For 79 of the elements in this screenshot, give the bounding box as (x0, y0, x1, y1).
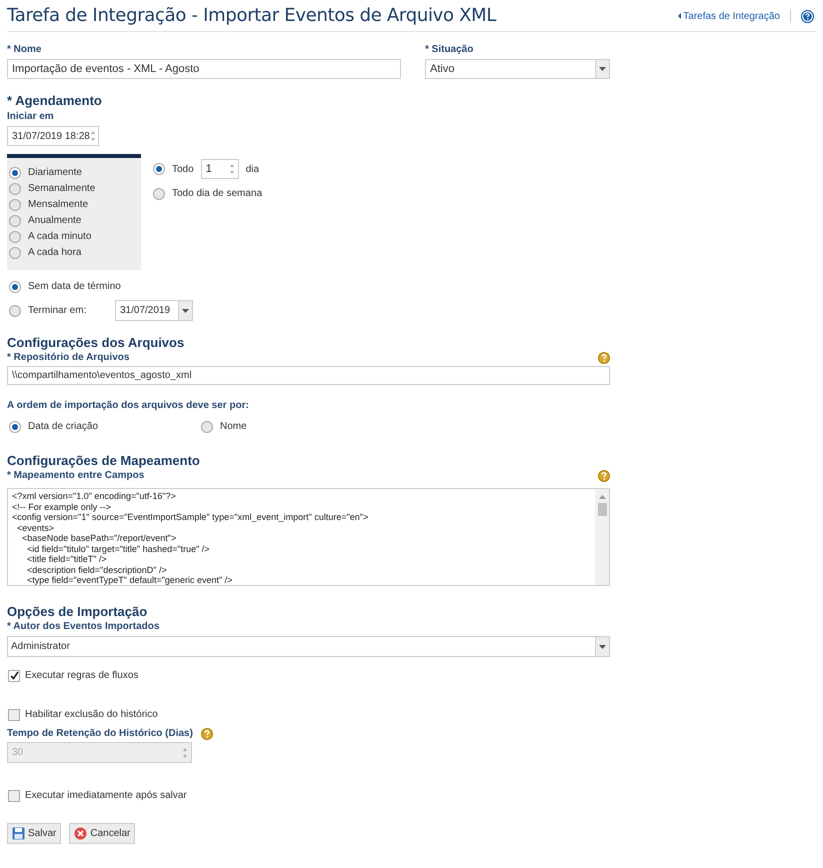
interval-field[interactable]: 1 (200, 159, 239, 179)
help-icon[interactable] (598, 352, 610, 364)
field-label: * Repositório de Arquivos (7, 351, 130, 364)
cancel-icon (74, 827, 88, 840)
caret-icon (599, 644, 606, 648)
field-label: * Situação (425, 43, 474, 56)
radio-label: Terminar em: (28, 304, 88, 317)
radio-button[interactable] (9, 246, 21, 258)
radio-label: Mensalmente (28, 198, 88, 211)
help-icon[interactable] (598, 470, 610, 482)
field-label: * Nome (7, 43, 42, 56)
radio-button[interactable] (9, 198, 21, 210)
radio-button[interactable] (9, 304, 21, 316)
status-select[interactable]: Ativo (425, 59, 610, 79)
radio-button[interactable] (153, 188, 165, 200)
code-line: <?xml version="1.0" encoding="utf-16"?> (12, 491, 176, 502)
radio-button[interactable] (9, 420, 21, 432)
checkbox[interactable] (8, 670, 20, 682)
repository-field[interactable]: \\compartilhamento\eventos_agosto_xml (7, 366, 610, 385)
section-heading: * Agendamento (7, 93, 103, 109)
caret-icon (599, 67, 606, 71)
dropdown-button[interactable] (595, 637, 609, 656)
radio-label: A cada minuto (28, 230, 92, 243)
section-heading: Configurações de Mapeamento (7, 453, 201, 469)
save-button[interactable]: Salvar (7, 823, 62, 844)
dropdown-button[interactable] (178, 301, 192, 320)
radio-button[interactable] (9, 166, 21, 178)
radio-label: Nome (220, 420, 247, 433)
checkbox-label: Executar regras de fluxos (25, 669, 138, 682)
radio-label: Diariamente (28, 166, 82, 179)
radio-label: Data de criação (28, 420, 98, 433)
radio-button[interactable] (9, 230, 21, 242)
radio-label: Anualmente (28, 214, 82, 227)
scrollbar-thumb[interactable] (598, 503, 606, 516)
radio-label: Semanalmente (28, 182, 96, 195)
name-field[interactable]: Importação de eventos - XML - Agosto (7, 59, 401, 79)
end-date-select[interactable]: 31/07/2019 (115, 300, 193, 321)
dropdown-button[interactable] (595, 60, 609, 78)
help-icon[interactable] (200, 728, 213, 740)
radio-button[interactable] (9, 280, 21, 292)
scrollbar[interactable] (595, 489, 609, 585)
caret-icon (678, 13, 682, 19)
code-line: <id field="titulo" target="title" hashed="true" /> (26, 544, 210, 554)
code-line: <description field="descriptionD" /> (26, 564, 167, 575)
code-line: <config version="1" source="EventImportSample" type="xml_event_import" culture="en"> (12, 512, 368, 522)
checkbox-label: Habilitar exclusão do histórico (25, 708, 158, 721)
checkbox-label: Executar imediatamente após salvar (25, 789, 187, 802)
field-label: Iniciar em (7, 110, 55, 123)
radio-label: Todo (172, 162, 194, 176)
code-line: <type field="eventTypeT" default="generic event" /> (26, 575, 232, 586)
field-label: * Mapeamento entre Campos (7, 469, 144, 482)
code-line: <baseNode basePath="/report/event"> (21, 533, 176, 544)
checkbox[interactable] (8, 708, 20, 720)
author-select[interactable]: Administrator (7, 636, 610, 657)
page-title: Tarefa de Integração - Importar Eventos de Arquivo XML (7, 5, 496, 27)
field-label: * Autor dos Eventos Importados (7, 620, 160, 633)
radio-label: A cada hora (28, 246, 82, 259)
radio-button[interactable] (9, 214, 21, 226)
unit-label: dia (246, 162, 260, 176)
caret-icon (182, 308, 189, 312)
back-link[interactable]: Tarefas de Integração (678, 10, 780, 22)
code-line: <title field="titleT" /> (26, 554, 107, 564)
mapping-text-area[interactable] (7, 488, 610, 586)
code-line: <!-- For example only --> (12, 502, 112, 512)
section-heading: Configurações dos Arquivos (7, 335, 186, 351)
radio-button[interactable] (201, 420, 213, 432)
radio-label: Sem data de término (28, 280, 121, 293)
field-label: A ordem de importação dos arquivos deve ser por: (7, 399, 250, 412)
arrow-up-icon[interactable] (598, 495, 606, 499)
start-date-field[interactable]: 31/07/2019 18:28 (7, 126, 99, 146)
radio-label: Todo dia de semana (172, 187, 262, 200)
code-line: <events> (16, 522, 54, 533)
section-heading: Opções de Importação (7, 604, 148, 620)
field-label: Tempo de Retenção do Histórico (Dias) (7, 727, 193, 740)
radio-button[interactable] (153, 163, 165, 175)
radio-button[interactable] (9, 182, 21, 194)
checkbox[interactable] (8, 790, 20, 802)
cancel-button[interactable]: Cancelar (69, 823, 136, 844)
help-icon[interactable] (801, 10, 814, 22)
